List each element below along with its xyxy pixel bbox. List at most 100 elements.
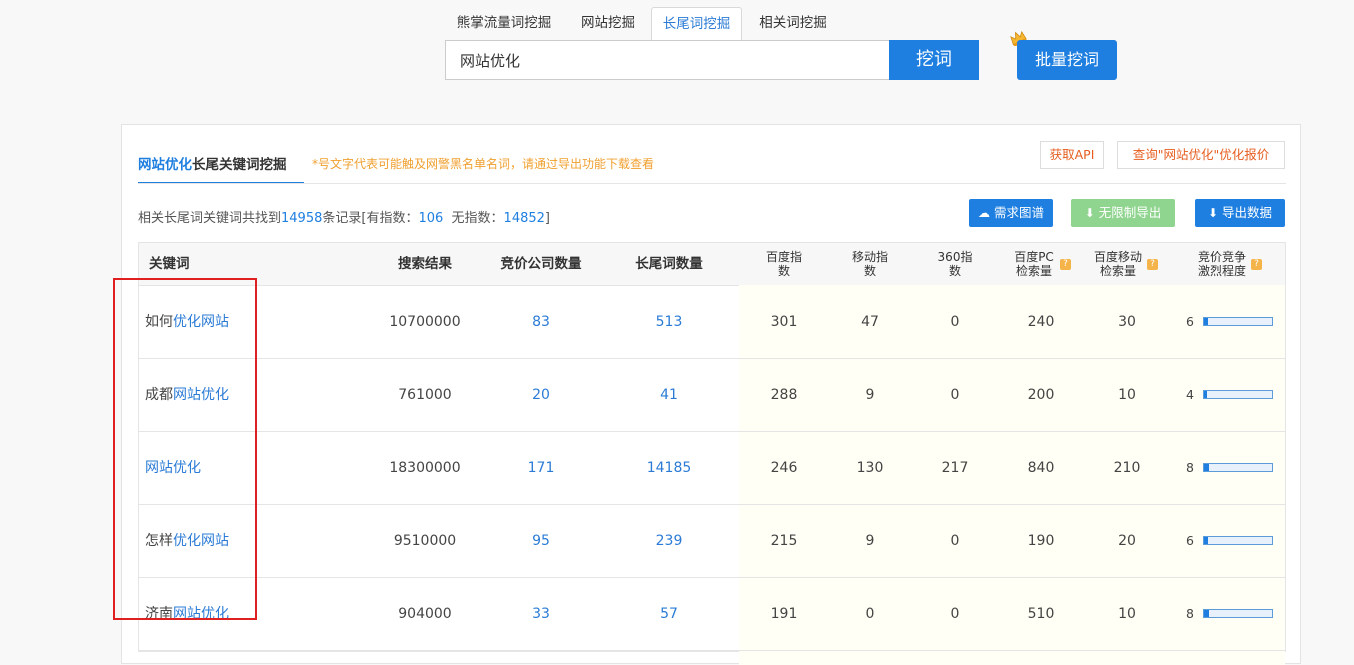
- stats-mid2: 无指数：: [443, 211, 504, 226]
- baidu-index-cell: 246: [770, 460, 798, 476]
- keyword-link[interactable]: 网站优化: [145, 460, 201, 476]
- index-360-cell: 0: [950, 387, 960, 403]
- stats-without-index: 14852: [503, 211, 545, 226]
- keyword-link[interactable]: 网站优化: [173, 387, 229, 403]
- keyword-table: 关键词 搜索结果 竞价公司数量 长尾词数量 百度指数 移动指数 360指数 百度…: [138, 242, 1286, 665]
- index-360-cell: 0: [950, 314, 960, 330]
- tab-longtail-mining[interactable]: 长尾词挖掘: [651, 7, 742, 41]
- mobile-index-cell: 47: [861, 314, 879, 330]
- table-row: 网站优化 18300000 171 14185 246 130 217 840 210 8: [139, 432, 1285, 505]
- stats-with-index: 106: [418, 211, 444, 226]
- help-icon[interactable]: ?: [1147, 258, 1158, 270]
- index-360-cell: 217: [941, 460, 969, 476]
- tab-xiongzhang-traffic[interactable]: 熊掌流量词挖掘: [446, 7, 562, 40]
- help-icon[interactable]: ?: [1251, 258, 1262, 270]
- mobile-index-cell: 130: [856, 460, 884, 476]
- demand-chart-button[interactable]: ☁ 需求图谱: [969, 199, 1053, 227]
- keyword-link[interactable]: 优化网站: [173, 533, 229, 549]
- bid-companies-link[interactable]: 95: [481, 505, 601, 577]
- keyword-cell: 如何优化网站: [145, 286, 345, 358]
- unlimited-export-button[interactable]: ⬇ 无限制导出: [1071, 199, 1175, 227]
- dig-button[interactable]: 挖词: [889, 40, 979, 80]
- optimization-quote-button[interactable]: 查询"网站优化"优化报价: [1117, 141, 1285, 169]
- batch-dig-button[interactable]: 批量挖词: [1017, 40, 1117, 80]
- longtail-count-link[interactable]: 57: [609, 578, 729, 650]
- baidu-pc-cell: 840: [1027, 460, 1055, 476]
- keyword-prefix: 如何: [145, 314, 173, 330]
- col-mobile-index: 移动指数: [851, 250, 888, 278]
- panel-title-keyword: 网站优化: [138, 157, 192, 173]
- col-baidu-pc-label: 百度PC检索量: [1014, 250, 1054, 278]
- bid-companies-link[interactable]: 20: [481, 359, 601, 431]
- blacklist-note: *号文字代表可能触及网警黑名单名词，请通过导出功能下载查看: [312, 157, 655, 171]
- keyword-prefix: 怎样: [145, 533, 173, 549]
- unlimited-export-label: 无限制导出: [1098, 205, 1162, 220]
- download-icon: ⬇: [1084, 206, 1095, 220]
- bid-companies-link[interactable]: 171: [481, 432, 601, 504]
- competition-bar-fill: [1204, 391, 1207, 398]
- cloud-icon: ☁: [977, 206, 990, 220]
- table-row: 如何优化网站 10700000 83 513 301 47 0 240 30 6: [139, 286, 1285, 359]
- tab-related-mining[interactable]: 相关词挖掘: [748, 7, 838, 40]
- col-longtail-count: 长尾词数量: [635, 256, 703, 272]
- competition-value: 4: [1186, 387, 1194, 402]
- baidu-index-cell: 288: [770, 387, 798, 403]
- search-results-cell: 9510000: [393, 533, 457, 549]
- col-baidu-pc: 百度PC检索量?: [1005, 243, 1077, 285]
- table-header: 关键词 搜索结果 竞价公司数量 长尾词数量 百度指数 移动指数 360指数 百度…: [139, 243, 1285, 286]
- competition-bar: [1203, 463, 1273, 472]
- baidu-pc-cell: 190: [1027, 533, 1055, 549]
- col-baidu-index: 百度指数: [765, 250, 802, 278]
- baidu-pc-cell: 200: [1027, 387, 1055, 403]
- keyword-search-input[interactable]: [445, 40, 890, 80]
- baidu-index-cell: 191: [770, 606, 798, 622]
- keyword-link[interactable]: 网站优化: [173, 606, 229, 622]
- mobile-index-cell: 0: [865, 606, 875, 622]
- mobile-index-cell: 9: [865, 387, 875, 403]
- baidu-pc-cell: 240: [1027, 314, 1055, 330]
- longtail-count-link[interactable]: 513: [609, 286, 729, 358]
- baidu-mobile-cell: 10: [1118, 387, 1136, 403]
- tab-site-mining[interactable]: 网站挖掘: [570, 7, 646, 40]
- baidu-mobile-cell: 210: [1113, 460, 1141, 476]
- keyword-cell: 怎样优化网站: [145, 505, 345, 577]
- result-stats: 相关长尾词关键词共找到14958条记录[有指数：106 无指数：14852]: [138, 207, 550, 226]
- keyword-prefix: 成都: [145, 387, 173, 403]
- competition-value: 8: [1186, 460, 1194, 475]
- col-baidu-mobile-label: 百度移动检索量: [1093, 250, 1142, 278]
- bid-companies-link[interactable]: 33: [481, 578, 601, 650]
- baidu-index-cell: 301: [770, 314, 798, 330]
- col-search-results: 搜索结果: [398, 256, 452, 272]
- table-row: 怎样优化网站 9510000 95 239 215 9 0 190 20 6: [139, 505, 1285, 578]
- stats-prefix: 相关长尾词关键词共找到: [138, 211, 282, 226]
- longtail-count-link[interactable]: 41: [609, 359, 729, 431]
- stats-total: 14958: [281, 211, 323, 226]
- longtail-count-link[interactable]: 14185: [609, 432, 729, 504]
- export-data-label: 导出数据: [1222, 205, 1273, 220]
- competition-value: 6: [1186, 533, 1194, 548]
- keyword-link[interactable]: 优化网站: [173, 314, 229, 330]
- panel-title: 网站优化长尾关键词挖掘: [138, 153, 287, 173]
- get-api-button[interactable]: 获取API: [1040, 141, 1104, 169]
- competition-bar-fill: [1204, 610, 1210, 617]
- export-data-button[interactable]: ⬇ 导出数据: [1195, 199, 1285, 227]
- stats-mid: 条记录[有指数：: [322, 211, 419, 226]
- competition-value: 6: [1186, 314, 1194, 329]
- col-keyword: 关键词: [149, 256, 190, 272]
- search-results-cell: 10700000: [389, 314, 461, 330]
- help-icon[interactable]: ?: [1060, 258, 1071, 270]
- mobile-index-cell: 9: [865, 533, 875, 549]
- baidu-index-cell: 215: [770, 533, 798, 549]
- longtail-count-link[interactable]: 239: [609, 505, 729, 577]
- competition-bar-fill: [1204, 537, 1209, 544]
- col-competition-label: 竞价竞争激烈程度: [1197, 250, 1246, 278]
- table-row: 济南网站优化 904000 33 57 191 0 0 510 10 8: [139, 578, 1285, 651]
- keyword-cell: 济南网站优化: [145, 578, 345, 650]
- panel-title-text: 长尾关键词挖掘: [192, 157, 287, 173]
- search-results-cell: 904000: [398, 606, 452, 622]
- competition-bar: [1203, 609, 1273, 618]
- competition-bar: [1203, 317, 1273, 326]
- bid-companies-link[interactable]: 83: [481, 286, 601, 358]
- keyword-cell: 网站优化: [145, 432, 345, 504]
- baidu-mobile-cell: 20: [1118, 533, 1136, 549]
